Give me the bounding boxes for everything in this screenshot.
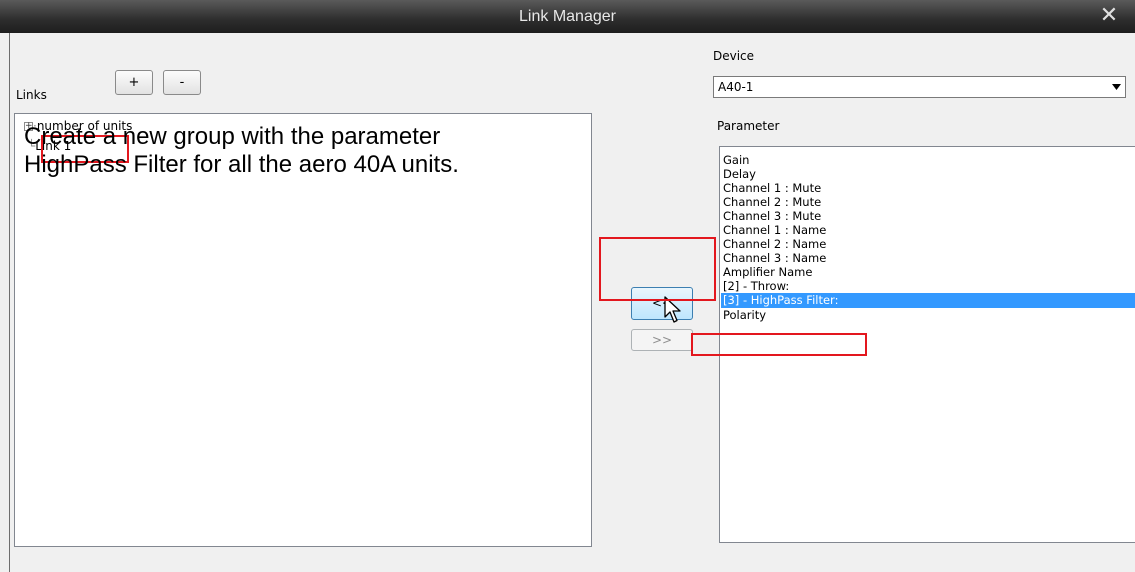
list-item-channel-2-mute[interactable]: Channel 2 : Mute	[721, 195, 1135, 209]
dialog-body: Links + - +·number of units └Link 1 Crea…	[9, 33, 1135, 572]
list-item-throw[interactable]: [2] - Throw:	[721, 279, 1135, 293]
links-label: Links	[16, 88, 47, 102]
list-item-channel-1-name[interactable]: Channel 1 : Name	[721, 223, 1135, 237]
list-item-amplifier-name[interactable]: Amplifier Name	[721, 265, 1135, 279]
highlight-box-add-button	[599, 237, 716, 301]
list-item-delay[interactable]: Delay	[721, 167, 1135, 181]
instruction-text: Create a new group with the parameter Hi…	[24, 123, 459, 178]
list-item-channel-1-mute[interactable]: Channel 1 : Mute	[721, 181, 1135, 195]
list-item-polarity[interactable]: Polarity	[721, 308, 1135, 322]
highlight-box-highpass-filter	[691, 333, 867, 356]
device-select-value: A40-1	[718, 80, 754, 94]
device-label: Device	[713, 49, 755, 63]
remove-parameter-button[interactable]: >>	[631, 329, 693, 351]
list-item-channel-3-mute[interactable]: Channel 3 : Mute	[721, 209, 1135, 223]
window-title: Link Manager	[519, 8, 616, 25]
list-item-gain[interactable]: Gain	[721, 153, 1135, 167]
list-item-channel-2-name[interactable]: Channel 2 : Name	[721, 237, 1135, 251]
remove-link-button[interactable]: -	[163, 70, 201, 95]
title-bar: Link Manager ✕	[0, 0, 1135, 33]
add-link-button[interactable]: +	[115, 70, 153, 95]
list-item-channel-3-name[interactable]: Channel 3 : Name	[721, 251, 1135, 265]
parameter-label: Parameter	[717, 119, 780, 133]
chevron-down-icon[interactable]	[1112, 84, 1121, 90]
close-icon[interactable]: ✕	[1097, 4, 1121, 28]
device-select[interactable]: A40-1	[713, 76, 1126, 98]
list-item-highpass-filter[interactable]: [3] - HighPass Filter:	[721, 293, 1135, 308]
